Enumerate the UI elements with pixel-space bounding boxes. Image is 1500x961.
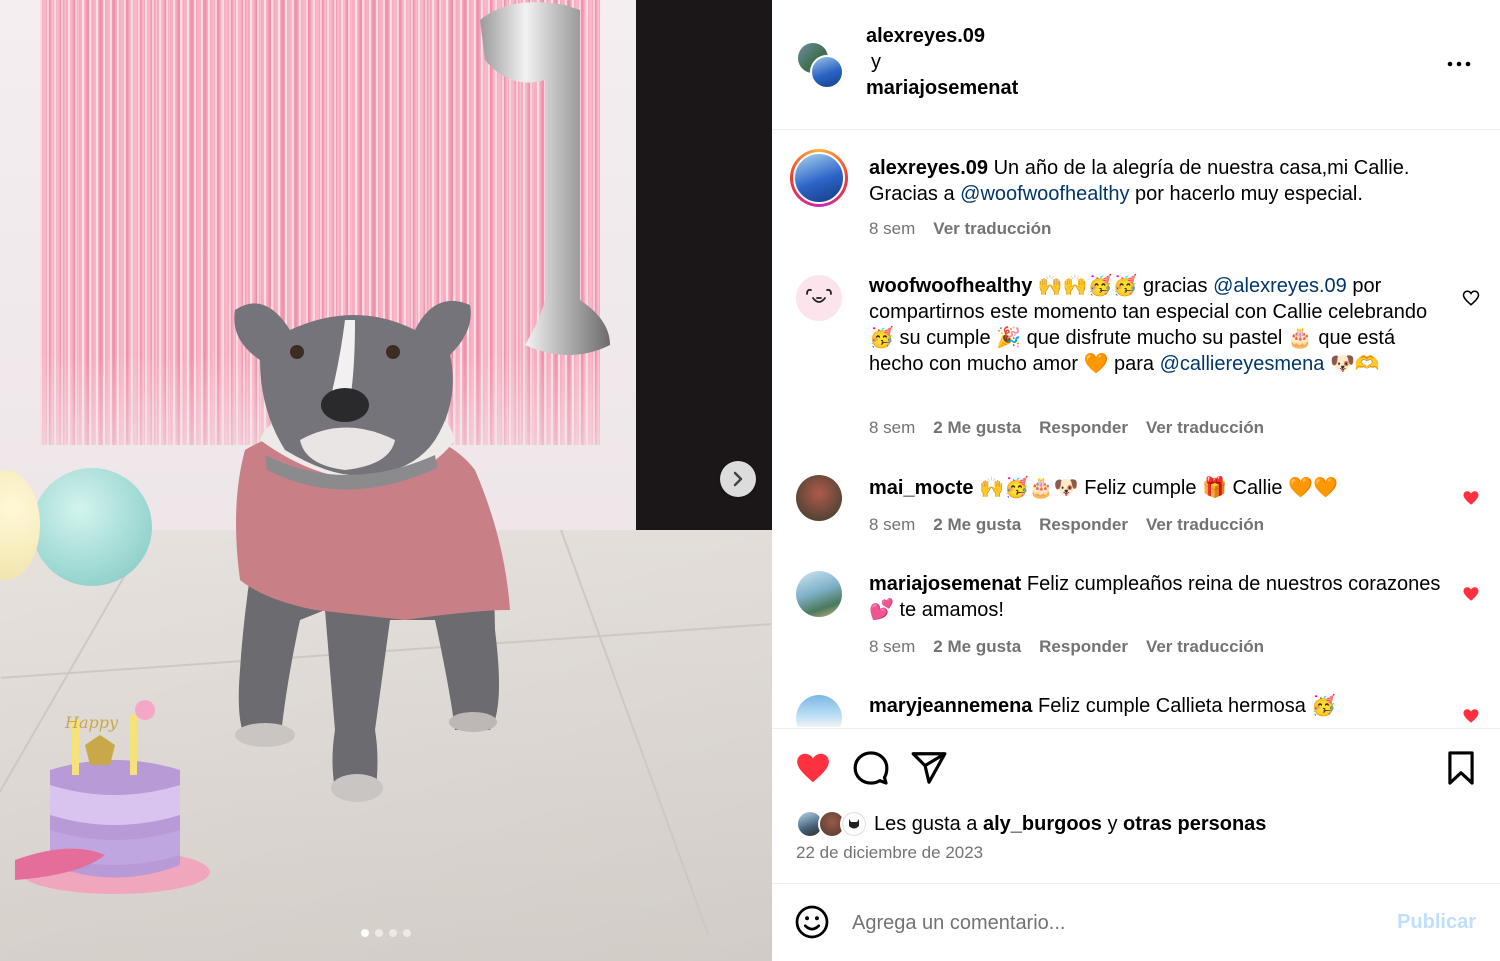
likes-summary: Les gusta a aly_burgoos y otras personas	[796, 809, 1266, 839]
teal-balloon	[32, 468, 152, 586]
caption-meta: 8 sem Ver traducción	[869, 219, 1051, 239]
avatar[interactable]	[796, 275, 842, 321]
avatar[interactable]	[796, 695, 842, 727]
carousel-dot	[389, 929, 397, 937]
post-photo[interactable]: Happy	[0, 0, 772, 961]
more-icon[interactable]	[1446, 54, 1472, 74]
photo-wall-shadow	[636, 0, 772, 530]
heart-icon[interactable]	[1462, 489, 1480, 507]
emoji-icon[interactable]	[794, 904, 830, 940]
translate-button[interactable]: Ver traducción	[933, 219, 1051, 239]
comment-icon[interactable]	[852, 749, 890, 787]
comment-time[interactable]: 8 sem	[869, 219, 915, 239]
avatar[interactable]	[796, 475, 842, 521]
comment-body: 🙌🥳🎂🐶 Feliz cumple 🎁 Callie 🧡🧡	[973, 477, 1338, 499]
comment-meta: 8 sem 2 Me gusta Responder Ver traducció…	[869, 637, 1264, 657]
comment-username[interactable]: maryjeannemena	[869, 695, 1032, 717]
comment-likes-count[interactable]: 2 Me gusta	[933, 418, 1021, 438]
comment-time[interactable]: 8 sem	[869, 637, 915, 657]
comment-body: 🐶🫶	[1324, 353, 1380, 375]
collaborator-connector: y	[871, 51, 881, 73]
translate-button[interactable]: Ver traducción	[1146, 515, 1264, 535]
dog-in-pink-sweater	[234, 300, 510, 802]
birthday-cake: Happy	[15, 700, 210, 894]
post-details-panel: alexreyes.09 y mariajosemenat alexreyes.…	[772, 0, 1500, 961]
collaborator-username[interactable]: alexreyes.09	[866, 25, 985, 47]
carousel-next-button[interactable]	[720, 461, 756, 497]
comment-time[interactable]: 8 sem	[869, 418, 915, 438]
likes-connector: y	[1107, 812, 1118, 835]
heart-icon[interactable]	[1462, 289, 1480, 307]
avatar	[810, 55, 844, 89]
dog-logo-icon	[849, 819, 859, 829]
share-icon[interactable]	[910, 749, 948, 787]
heart-icon[interactable]	[1462, 707, 1480, 725]
translate-button[interactable]: Ver traducción	[1146, 637, 1264, 657]
comment-input[interactable]	[852, 906, 1372, 940]
comment-username[interactable]: mai_mocte	[869, 477, 974, 499]
comment-text: mai_mocte 🙌🥳🎂🐶 Feliz cumple 🎁 Callie 🧡🧡	[869, 475, 1444, 501]
comment-text: maryjeannemena Feliz cumple Callieta her…	[869, 693, 1444, 719]
carousel-dot	[403, 929, 411, 937]
likes-text: Les gusta a aly_burgoos y otras personas	[874, 813, 1266, 836]
heart-icon[interactable]	[794, 749, 832, 787]
translate-button[interactable]: Ver traducción	[1146, 418, 1264, 438]
mention-link[interactable]: @alexreyes.09	[1213, 275, 1347, 297]
bookmark-icon[interactable]	[1442, 749, 1480, 787]
mention-link[interactable]: @woofwoofhealthy	[960, 183, 1129, 205]
post-actions: Les gusta a aly_burgoos y otras personas…	[772, 728, 1500, 883]
comment-username[interactable]: alexreyes.09	[869, 157, 988, 179]
mention-link[interactable]: @calliereyesmena	[1160, 353, 1325, 375]
avatar[interactable]	[840, 810, 868, 838]
reply-button[interactable]: Responder	[1039, 637, 1128, 657]
comment-text: woofwoofhealthy 🙌🙌🥳🥳 gracias @alexreyes.…	[869, 273, 1444, 377]
comment-meta: 8 sem 2 Me gusta Responder Ver traducció…	[869, 418, 1264, 438]
heart-icon[interactable]	[1462, 585, 1480, 603]
chevron-right-icon	[733, 471, 743, 487]
carousel-indicator	[361, 929, 411, 937]
post-date[interactable]: 22 de diciembre de 2023	[796, 843, 983, 863]
avatar[interactable]	[796, 571, 842, 617]
other-likers-link[interactable]: otras personas	[1123, 813, 1266, 835]
collaborator-names: alexreyes.09 y mariajosemenat	[866, 23, 1018, 101]
publish-button[interactable]: Publicar	[1397, 911, 1476, 934]
caption-text: alexreyes.09 Un año de la alegría de nue…	[869, 155, 1444, 207]
paw-logo-icon	[806, 288, 832, 303]
reply-button[interactable]: Responder	[1039, 515, 1128, 535]
comment-meta: 8 sem 2 Me gusta Responder Ver traducció…	[869, 515, 1264, 535]
comment-username[interactable]: woofwoofhealthy	[869, 275, 1032, 297]
comment-time[interactable]: 8 sem	[869, 515, 915, 535]
comment-body: Feliz cumple Callieta hermosa 🥳	[1032, 695, 1337, 717]
liker-avatars	[796, 810, 870, 838]
liker-username[interactable]: aly_burgoos	[983, 813, 1102, 835]
comments-list[interactable]: alexreyes.09 Un año de la alegría de nue…	[772, 131, 1500, 727]
svg-text:Happy: Happy	[64, 713, 119, 732]
comment-body: 🙌🙌🥳🥳 gracias	[1032, 275, 1214, 297]
carousel-dot	[375, 929, 383, 937]
collaborator-username[interactable]: mariajosemenat	[866, 77, 1018, 99]
caption-body: por hacerlo muy especial.	[1135, 183, 1363, 205]
comment-likes-count[interactable]: 2 Me gusta	[933, 637, 1021, 657]
comment-text: mariajosemenat Feliz cumpleaños reina de…	[869, 571, 1444, 623]
comment-username[interactable]: mariajosemenat	[869, 573, 1021, 595]
likes-prefix: Les gusta a	[874, 812, 978, 835]
collaborator-avatars[interactable]	[796, 41, 846, 91]
comment-composer: Publicar	[772, 883, 1500, 961]
comment-likes-count[interactable]: 2 Me gusta	[933, 515, 1021, 535]
avatar[interactable]	[790, 149, 848, 207]
post-header: alexreyes.09 y mariajosemenat	[772, 0, 1500, 130]
carousel-dot	[361, 929, 369, 937]
reply-button[interactable]: Responder	[1039, 418, 1128, 438]
